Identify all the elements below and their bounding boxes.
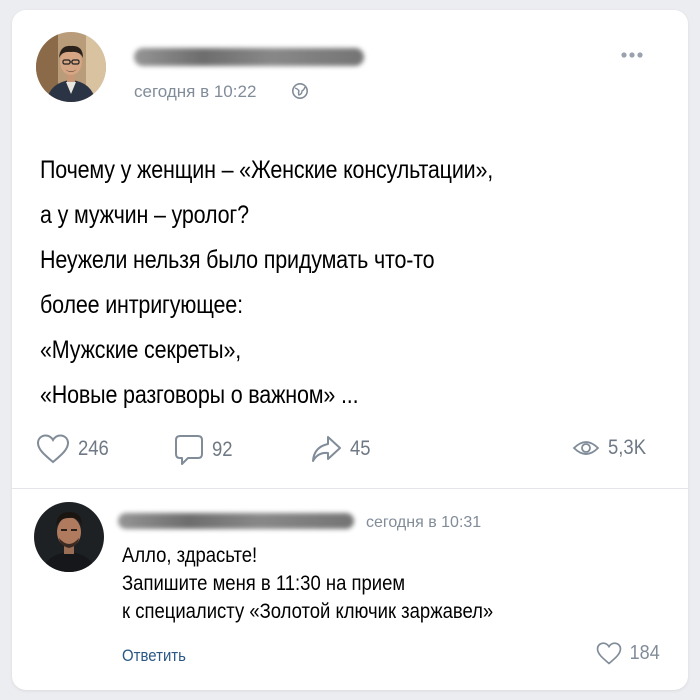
like-count: 246 [78, 437, 109, 460]
reply-button[interactable]: Ответить [122, 646, 186, 666]
comment-button[interactable]: 92 [174, 434, 235, 466]
post-author-avatar[interactable] [36, 32, 106, 102]
comment-text-line: к специалисту «Золотой ключик заржавел» [122, 600, 494, 623]
post-text: Почему у женщин – «Женские консультации»… [40, 148, 573, 418]
views-counter: 5,3K [572, 436, 651, 460]
comment-text: Алло, здрасьте! Запишите меня в 11:30 на… [122, 542, 580, 626]
heart-icon [596, 642, 622, 665]
divider [12, 488, 688, 489]
share-button[interactable]: 45 [310, 434, 373, 464]
comment-author-name-redacted[interactable] [118, 513, 354, 529]
post-text-line: а у мужчин – уролог? [40, 201, 249, 229]
comment-like-button[interactable]: 184 [596, 642, 661, 665]
post-text-line: Неужели нельзя было придумать что-то [40, 246, 435, 274]
post-text-line: более интригующее: [40, 291, 243, 319]
comment-icon [175, 435, 203, 465]
comment-text-line: Запишите меня в 11:30 на прием [122, 572, 406, 595]
post-card: сегодня в 10:22 Почему у женщин – «Женск… [12, 10, 688, 690]
comment-author-avatar[interactable] [34, 502, 104, 572]
post-text-line: «Новые разговоры о важном» ... [40, 381, 359, 409]
eye-icon [572, 441, 600, 455]
globe-icon [292, 83, 308, 99]
comment-like-count: 184 [629, 642, 660, 664]
heart-icon [36, 434, 70, 464]
comment-timestamp[interactable]: сегодня в 10:31 [366, 514, 481, 532]
post-text-line: Почему у женщин – «Женские консультации»… [40, 156, 494, 184]
post-timestamp[interactable]: сегодня в 10:22 [134, 82, 256, 102]
comment-text-line: Алло, здрасьте! [122, 544, 258, 567]
comment-count: 92 [212, 438, 233, 461]
views-count: 5,3K [608, 436, 647, 459]
like-button[interactable]: 246 [36, 434, 113, 464]
post-author-name-redacted[interactable] [134, 48, 364, 66]
share-count: 45 [350, 437, 371, 460]
share-icon [312, 436, 341, 462]
more-icon[interactable] [620, 50, 644, 60]
post-text-line: «Мужские секреты», [40, 336, 242, 364]
